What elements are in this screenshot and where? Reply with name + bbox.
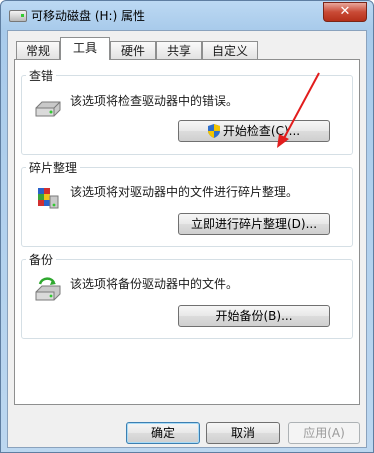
removable-drive-icon (9, 10, 27, 22)
close-button[interactable]: ✕ (323, 2, 367, 22)
tab-sharing[interactable]: 共享 (156, 41, 202, 59)
window-title: 可移动磁盘 (H:) 属性 (31, 9, 146, 23)
ok-button[interactable]: 确定 (126, 422, 200, 444)
tools-panel: 查错 该选项将检查驱动器中的错误。 开始检查(C)... 碎片整理 该选项将对驱… (14, 59, 360, 405)
defrag-icon (38, 188, 59, 209)
dialog-client-area: 常规 工具 硬件 共享 自定义 查错 该选项将检查驱动器中的错误。 开始检查(C… (7, 30, 367, 448)
defrag-description: 该选项将对驱动器中的文件进行碎片整理。 (70, 185, 299, 199)
cancel-button[interactable]: 取消 (206, 422, 280, 444)
properties-window: 可移动磁盘 (H:) 属性 ✕ 常规 工具 硬件 共享 自定义 查错 该选项将检… (0, 0, 374, 453)
backup-icon (35, 277, 61, 301)
tab-general[interactable]: 常规 (16, 41, 60, 59)
tab-hardware[interactable]: 硬件 (110, 41, 156, 59)
defrag-now-button[interactable]: 立即进行碎片整理(D)... (178, 213, 330, 235)
backup-group: 备份 该选项将备份驱动器中的文件。 开始备份(B)... (21, 251, 353, 339)
backup-description: 该选项将备份驱动器中的文件。 (70, 277, 239, 291)
tab-tools[interactable]: 工具 (60, 37, 110, 60)
start-backup-button[interactable]: 开始备份(B)... (178, 305, 330, 327)
backup-title: 备份 (26, 251, 57, 268)
title-bar[interactable]: 可移动磁盘 (H:) 属性 ✕ (1, 1, 373, 29)
tab-customize[interactable]: 自定义 (202, 41, 258, 59)
defrag-group: 碎片整理 该选项将对驱动器中的文件进行碎片整理。 立即进行碎片整理(D)... (21, 159, 353, 247)
defrag-title: 碎片整理 (26, 159, 81, 176)
apply-button[interactable]: 应用(A) (288, 422, 360, 444)
